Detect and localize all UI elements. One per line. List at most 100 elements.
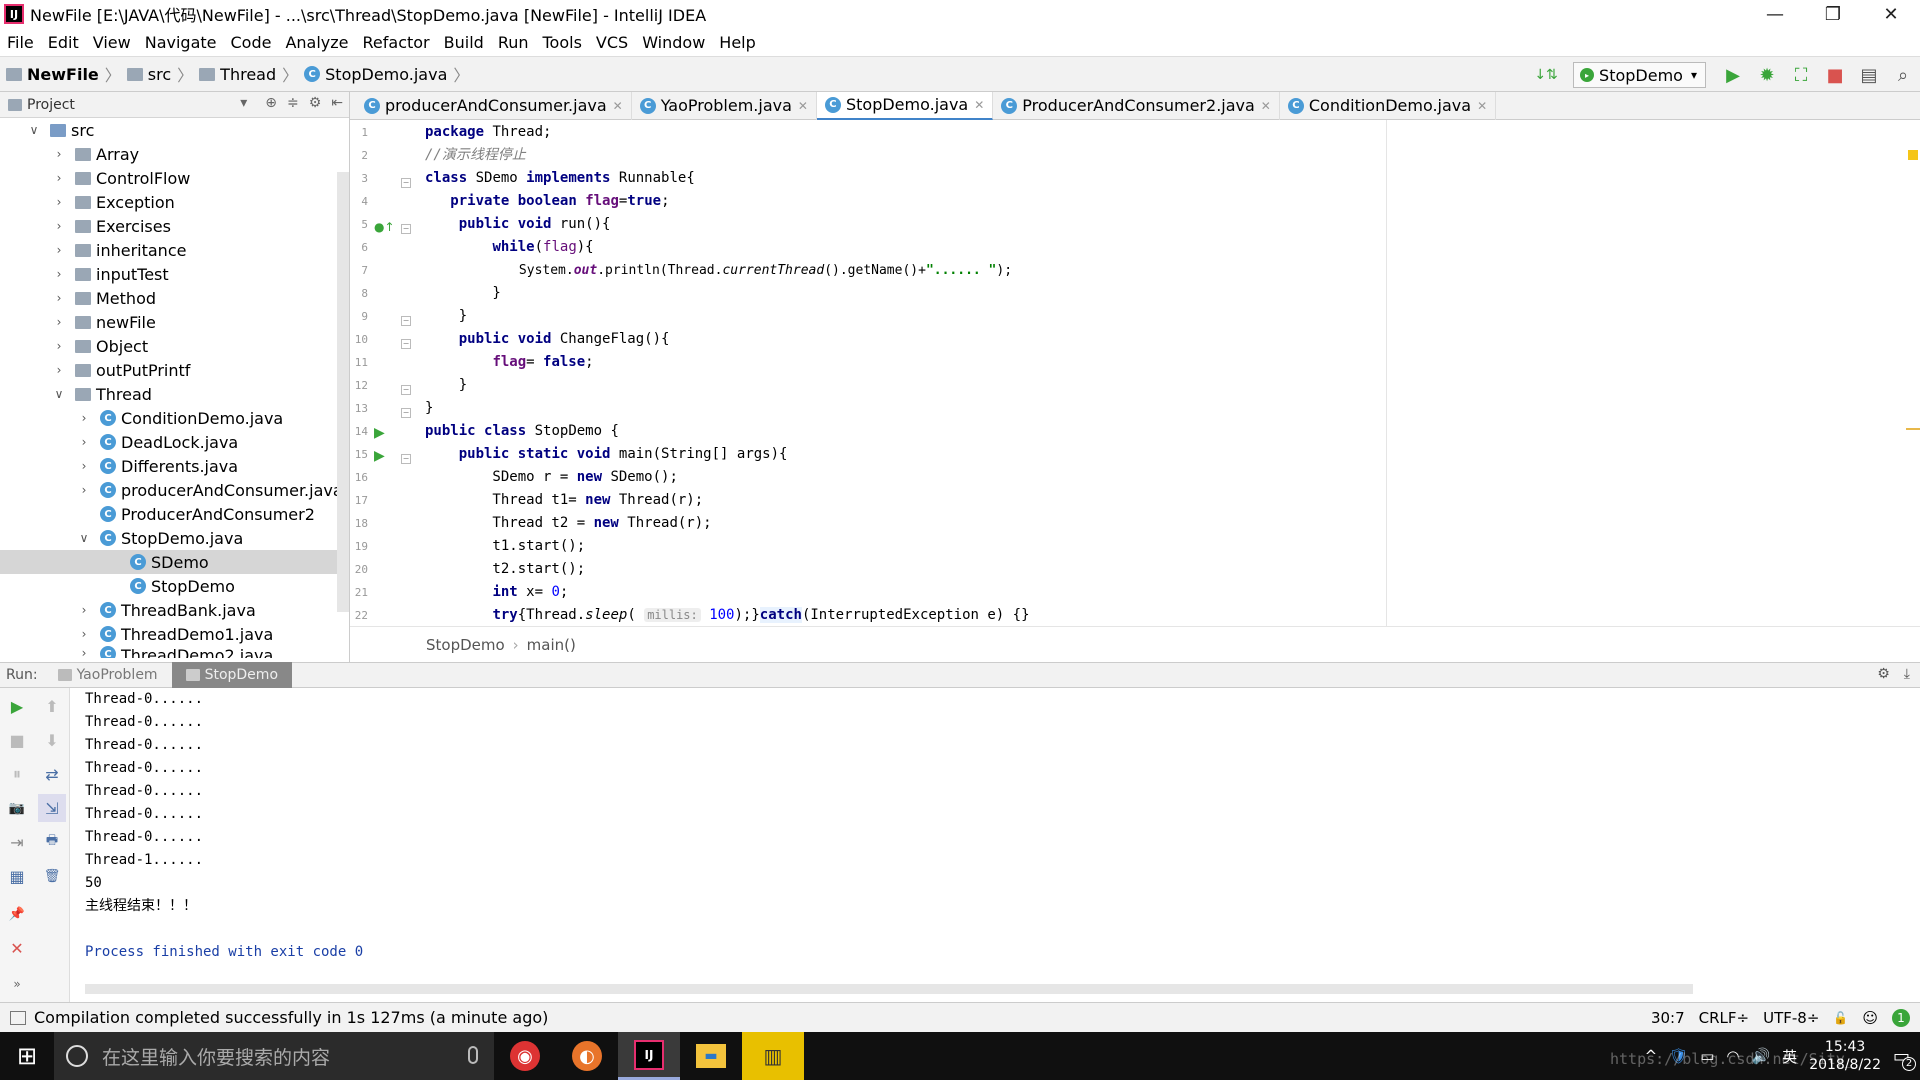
chevron-right-icon[interactable]: › <box>78 627 90 641</box>
fold-icon[interactable]: − <box>401 408 411 418</box>
tree-item-src[interactable]: ∨ src <box>0 118 349 142</box>
event-log-badge[interactable]: 1 <box>1892 1009 1910 1027</box>
action-center-icon[interactable]: ▭ 2 <box>1893 1046 1916 1071</box>
view-dropdown-icon[interactable]: ▾ <box>240 95 247 111</box>
minimize-button[interactable]: — <box>1746 0 1804 28</box>
project-structure-icon[interactable]: ▤ <box>1852 58 1886 92</box>
tree-item-producerandconsumer[interactable]: › CproducerAndConsumer.java <box>0 478 349 502</box>
menu-file[interactable]: File <box>0 33 41 52</box>
chevron-right-icon[interactable]: › <box>53 243 65 257</box>
rerun-icon[interactable]: ▶ <box>3 692 31 720</box>
clear-all-icon[interactable]: 🗑 <box>38 862 66 890</box>
file-encoding[interactable]: UTF-8÷ <box>1763 1009 1819 1027</box>
chevron-right-icon[interactable]: › <box>53 195 65 209</box>
sort-icon[interactable]: ↓⇅ <box>1529 58 1563 92</box>
tree-item-stopdemo-file[interactable]: ∨ C StopDemo.java <box>0 526 349 550</box>
exit-icon[interactable]: ⇥ <box>3 828 31 856</box>
chevron-right-icon[interactable]: › <box>53 363 65 377</box>
debug-icon[interactable]: ✹ <box>1750 58 1784 92</box>
fold-icon[interactable]: − <box>401 385 411 395</box>
chevron-right-icon[interactable]: › <box>78 435 90 449</box>
tree-item-conditiondemo[interactable]: › C ConditionDemo.java <box>0 406 349 430</box>
tree-item-threaddemo1[interactable]: › C ThreadDemo1.java <box>0 622 349 646</box>
close-tab-icon[interactable]: ✕ <box>1261 99 1271 113</box>
close-tab-icon[interactable]: ✕ <box>613 99 623 113</box>
more-icon[interactable]: » <box>3 970 31 998</box>
tab-producerandconsumer[interactable]: CproducerAndConsumer.java ✕ <box>356 91 632 120</box>
chevron-down-icon[interactable]: ∨ <box>53 387 65 401</box>
error-stripe[interactable] <box>1906 148 1920 654</box>
tab-yaoproblem[interactable]: C YaoProblem.java ✕ <box>632 91 817 120</box>
fold-icon[interactable]: − <box>401 339 411 349</box>
windows-start-icon[interactable]: ⊞ <box>0 1032 54 1080</box>
tree-item-inheritance[interactable]: › inheritance <box>0 238 349 262</box>
tree-item-deadlock[interactable]: › C DeadLock.java <box>0 430 349 454</box>
chevron-right-icon[interactable]: › <box>78 411 90 425</box>
intellij-app-icon[interactable]: IJ <box>618 1032 680 1080</box>
fold-icon[interactable]: − <box>401 178 411 188</box>
search-icon[interactable]: ⌕ <box>1886 58 1920 92</box>
console-horizontal-scrollbar[interactable] <box>85 984 1693 994</box>
chevron-right-icon[interactable]: › <box>78 483 90 497</box>
tree-item-controlflow[interactable]: › ControlFlow <box>0 166 349 190</box>
breadcrumb-class[interactable]: StopDemo <box>426 636 505 654</box>
breadcrumb-project[interactable]: NewFile <box>27 65 99 84</box>
netease-music-app-icon[interactable]: ◉ <box>494 1032 556 1080</box>
tree-item-newfile[interactable]: › newFile <box>0 310 349 334</box>
tool-windows-icon[interactable] <box>10 1010 26 1025</box>
chevron-right-icon[interactable]: › <box>78 459 90 473</box>
console-output[interactable]: Thread-0...... Thread-0...... Thread-0..… <box>70 688 1906 978</box>
tree-item-producerandconsumer2[interactable]: C ProducerAndConsumer2 <box>0 502 349 526</box>
collapse-all-icon[interactable]: ≑ <box>287 95 299 111</box>
caret-position[interactable]: 30:7 <box>1651 1009 1685 1027</box>
settings-icon[interactable]: ⚙ <box>1877 666 1890 682</box>
dump-threads-icon[interactable]: 📷 <box>3 794 31 822</box>
menu-navigate[interactable]: Navigate <box>138 33 224 52</box>
hide-panel-icon[interactable]: ⇤ <box>331 95 343 111</box>
tree-item-array[interactable]: › Array <box>0 142 349 166</box>
breadcrumb-thread[interactable]: Thread <box>220 65 276 84</box>
browser-app-icon[interactable]: ◐ <box>556 1032 618 1080</box>
chevron-down-icon[interactable]: ∨ <box>78 531 90 545</box>
tree-item-exercises[interactable]: › Exercises <box>0 214 349 238</box>
soft-wrap-icon[interactable]: ⇄ <box>38 760 66 788</box>
pause-icon[interactable]: ⏸ <box>3 760 31 788</box>
chevron-right-icon[interactable]: › <box>53 315 65 329</box>
chevron-down-icon[interactable]: ∨ <box>28 123 40 137</box>
breadcrumb-src[interactable]: src <box>148 65 171 84</box>
run-tab-stopdemo[interactable]: StopDemo <box>171 662 293 688</box>
tree-item-threadbank[interactable]: › C ThreadBank.java <box>0 598 349 622</box>
menu-analyze[interactable]: Analyze <box>278 33 355 52</box>
chevron-right-icon[interactable]: › <box>53 339 65 353</box>
chevron-right-icon[interactable]: › <box>78 646 90 658</box>
menu-refactor[interactable]: Refactor <box>356 33 437 52</box>
close-icon[interactable]: ✕ <box>3 934 31 962</box>
scroll-to-end-icon[interactable]: ⇲ <box>38 794 66 822</box>
tab-producerandconsumer2[interactable]: C ProducerAndConsumer2.java ✕ <box>993 91 1280 120</box>
tab-conditiondemo[interactable]: C ConditionDemo.java ✕ <box>1280 91 1497 120</box>
breadcrumb-method[interactable]: main() <box>527 636 576 654</box>
menu-build[interactable]: Build <box>437 33 491 52</box>
status-message[interactable]: Compilation completed successfully in 1s… <box>34 1008 548 1027</box>
inspector-icon[interactable]: ☺ <box>1862 1009 1878 1027</box>
lock-icon[interactable]: 🔓 <box>1833 1011 1848 1025</box>
stop-icon[interactable]: ■ <box>1818 58 1852 92</box>
tree-item-threaddemo2[interactable]: › C ThreadDemo2.java <box>0 646 349 658</box>
chevron-right-icon[interactable]: › <box>53 171 65 185</box>
menu-vcs[interactable]: VCS <box>589 33 635 52</box>
taskbar-search[interactable]: 在这里输入你要搜索的内容 <box>54 1032 494 1080</box>
menu-run[interactable]: Run <box>491 33 536 52</box>
coverage-icon[interactable]: ⛶ <box>1784 58 1818 92</box>
fold-icon[interactable]: − <box>401 454 411 464</box>
maximize-button[interactable]: ❐ <box>1804 0 1862 28</box>
run-main-icon[interactable]: ▶ <box>374 448 385 464</box>
code-area[interactable]: 1 2 3 4 5 6 7 8 9 10 11 12 13 14 15 16 1… <box>350 120 1920 654</box>
breadcrumb-file[interactable]: StopDemo.java <box>325 65 447 84</box>
hide-panel-icon[interactable]: ⤓ <box>1904 666 1910 682</box>
stripe-mark[interactable] <box>1906 428 1920 430</box>
chevron-right-icon[interactable]: › <box>53 267 65 281</box>
close-tab-icon[interactable]: ✕ <box>798 99 808 113</box>
close-button[interactable]: ✕ <box>1862 0 1920 28</box>
menu-window[interactable]: Window <box>635 33 712 52</box>
project-scrollbar[interactable] <box>337 172 349 612</box>
